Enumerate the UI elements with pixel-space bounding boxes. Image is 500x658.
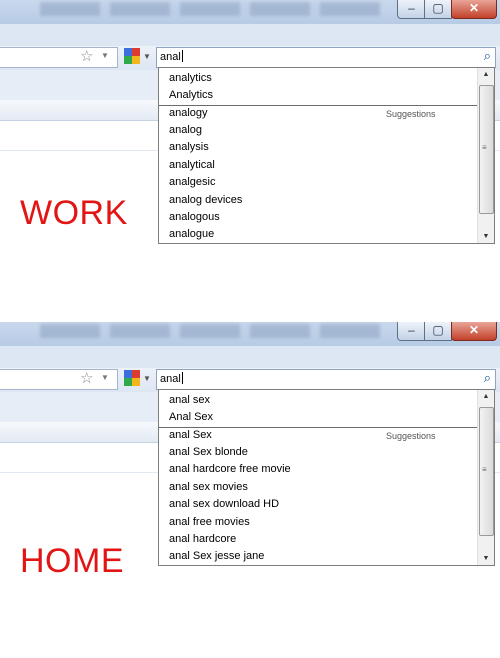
grip-icon: ≡ [482, 143, 487, 152]
history-item[interactable]: Analytics [169, 89, 213, 101]
blurred-tab-strip [40, 324, 380, 338]
separator [159, 427, 477, 428]
maximize-button[interactable]: ▢ [424, 0, 452, 19]
scrollbar[interactable]: ▲ ≡ ▼ [477, 390, 494, 565]
history-item[interactable]: analytics [169, 72, 212, 84]
suggestion-item[interactable]: anal sex download HD [169, 498, 279, 510]
suggestion-dropdown: anal sex Anal Sex Suggestions anal Sex a… [158, 389, 495, 566]
search-input[interactable]: anal ⌕ [156, 47, 496, 68]
suggestion-item[interactable]: analysis [169, 141, 209, 153]
google-logo-icon [124, 48, 140, 64]
home-screenshot-panel: – ▢ ✕ ☆ ▼ ▼ anal ⌕ anal sex Anal Sex Sug… [0, 322, 500, 658]
suggestions-label: Suggestions [386, 109, 436, 119]
search-query: anal [160, 51, 181, 63]
close-button[interactable]: ✕ [451, 322, 497, 341]
suggestion-item[interactable]: anal free movies [169, 516, 250, 528]
chevron-down-icon: ▼ [143, 52, 151, 61]
suggestions-label: Suggestions [386, 431, 436, 441]
scroll-down-icon[interactable]: ▼ [478, 233, 494, 240]
search-engine-selector[interactable]: ▼ [124, 47, 154, 67]
suggestion-dropdown: analytics Analytics Suggestions analogy … [158, 67, 495, 244]
chevron-down-icon[interactable]: ▼ [101, 51, 109, 60]
history-item[interactable]: anal sex [169, 394, 210, 406]
scroll-down-icon[interactable]: ▼ [478, 555, 494, 562]
text-cursor [181, 50, 183, 62]
suggestion-item[interactable]: analog devices [169, 194, 242, 206]
scroll-up-icon[interactable]: ▲ [478, 71, 494, 78]
suggestion-item[interactable]: analgesic [169, 176, 215, 188]
suggestion-item[interactable]: analogue [169, 228, 214, 240]
history-item[interactable]: Anal Sex [169, 411, 213, 423]
star-icon[interactable]: ☆ [80, 47, 93, 65]
work-screenshot-panel: – ▢ ✕ ☆ ▼ ▼ anal ⌕ analytics Analytics S… [0, 0, 500, 322]
search-input[interactable]: anal ⌕ [156, 369, 496, 390]
blurred-tab-strip [40, 2, 380, 16]
caption-label: WORK [20, 194, 128, 232]
minimize-button[interactable]: – [397, 0, 426, 19]
star-icon[interactable]: ☆ [80, 369, 93, 387]
suggestion-item[interactable]: anal Sex [169, 429, 212, 441]
search-engine-selector[interactable]: ▼ [124, 369, 154, 389]
scrollbar[interactable]: ▲ ≡ ▼ [477, 68, 494, 243]
minimize-button[interactable]: – [397, 322, 426, 341]
search-query: anal [160, 373, 181, 385]
nav-bar [0, 24, 500, 46]
grip-icon: ≡ [482, 465, 487, 474]
suggestion-item[interactable]: analogy [169, 107, 208, 119]
title-bar: – ▢ ✕ [0, 322, 500, 346]
suggestion-item[interactable]: analog [169, 124, 202, 136]
magnifier-icon[interactable]: ⌕ [484, 48, 491, 64]
suggestion-item[interactable]: anal hardcore [169, 533, 236, 545]
suggestion-item[interactable]: anal Sex blonde [169, 446, 248, 458]
title-bar: – ▢ ✕ [0, 0, 500, 24]
caption-label: HOME [20, 542, 124, 580]
google-logo-icon [124, 370, 140, 386]
address-bar[interactable]: ☆ ▼ [0, 369, 118, 390]
suggestion-item[interactable]: anal hardcore free movie [169, 463, 291, 475]
text-cursor [181, 372, 183, 384]
suggestion-item[interactable]: anal Sex jesse jane [169, 550, 264, 562]
maximize-button[interactable]: ▢ [424, 322, 452, 341]
close-button[interactable]: ✕ [451, 0, 497, 19]
nav-bar [0, 346, 500, 368]
scroll-up-icon[interactable]: ▲ [478, 393, 494, 400]
search-query-wrap: anal [160, 50, 183, 63]
address-bar[interactable]: ☆ ▼ [0, 47, 118, 68]
suggestion-item[interactable]: anal sex movies [169, 481, 248, 493]
chevron-down-icon: ▼ [143, 374, 151, 383]
chevron-down-icon[interactable]: ▼ [101, 373, 109, 382]
search-query-wrap: anal [160, 372, 183, 385]
suggestion-item[interactable]: analogous [169, 211, 220, 223]
separator [159, 105, 477, 106]
suggestion-item[interactable]: analytical [169, 159, 215, 171]
magnifier-icon[interactable]: ⌕ [484, 370, 491, 386]
